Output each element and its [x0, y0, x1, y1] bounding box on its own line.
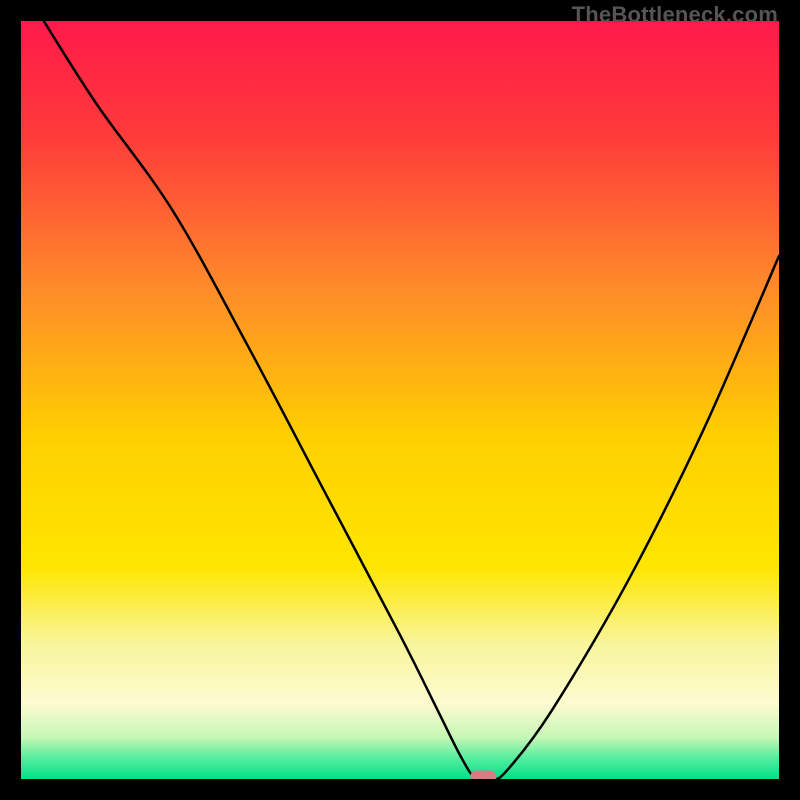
watermark-text: TheBottleneck.com [572, 2, 778, 28]
plot-area [21, 21, 779, 779]
optimal-marker [470, 771, 496, 780]
chart-frame: TheBottleneck.com [0, 0, 800, 800]
chart-svg [21, 21, 779, 779]
gradient-background [21, 21, 779, 779]
